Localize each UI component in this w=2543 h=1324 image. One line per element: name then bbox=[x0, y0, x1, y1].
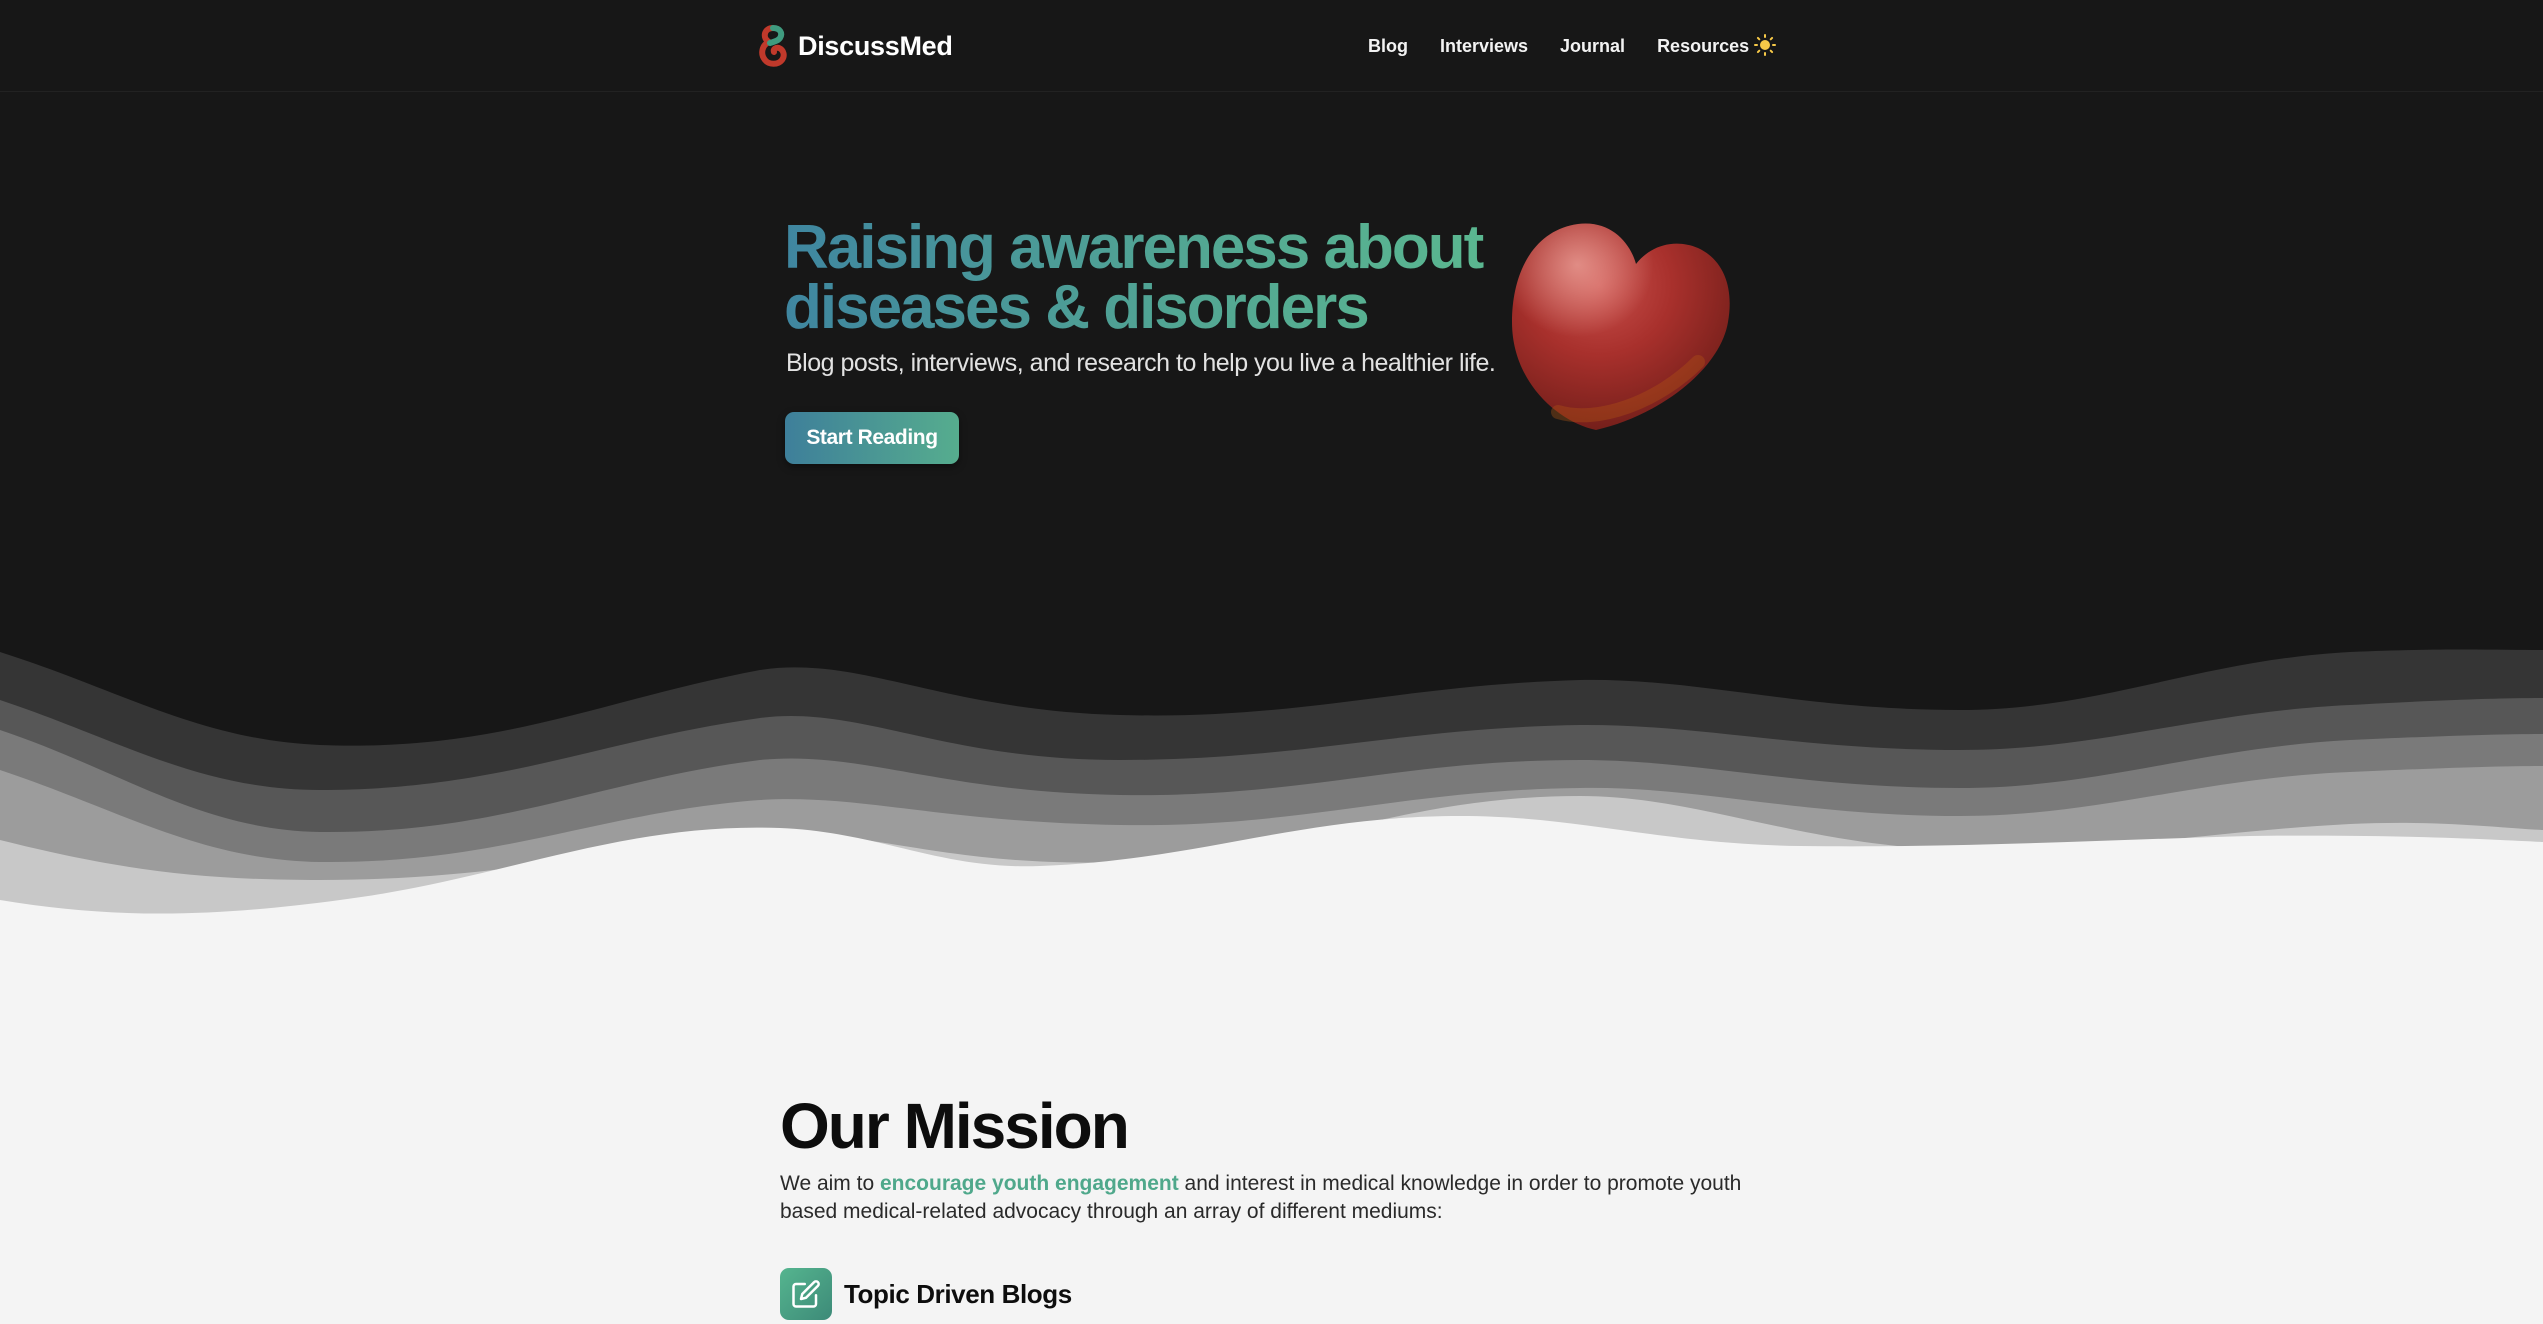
nav-link-blog[interactable]: Blog bbox=[1368, 36, 1408, 57]
feature-topic-blogs: Topic Driven Blogs bbox=[780, 1268, 1072, 1320]
page: DiscussMed Blog Interviews Journal Resou… bbox=[0, 0, 2543, 1324]
sun-icon bbox=[1754, 34, 1776, 56]
mission-title: Our Mission bbox=[780, 1090, 1130, 1162]
brand-name: DiscussMed bbox=[798, 30, 953, 61]
nav-link-journal[interactable]: Journal bbox=[1560, 36, 1625, 57]
nav-link-resources[interactable]: Resources bbox=[1657, 36, 1749, 57]
youth-engagement-link[interactable]: encourage youth engagement bbox=[880, 1172, 1179, 1195]
start-reading-button[interactable]: Start Reading bbox=[785, 412, 959, 464]
edit-icon bbox=[780, 1268, 832, 1320]
brand-link[interactable]: DiscussMed bbox=[756, 18, 953, 74]
nav-link-interviews[interactable]: Interviews bbox=[1440, 36, 1528, 57]
hero-title: Raising awareness about diseases & disor… bbox=[784, 217, 1504, 339]
mission-text: We aim to encourage youth engagement and… bbox=[780, 1170, 1760, 1226]
wave-divider bbox=[0, 600, 2543, 960]
heart-icon bbox=[1512, 223, 1730, 430]
mission-text-before: We aim to bbox=[780, 1172, 880, 1195]
theme-toggle-button[interactable] bbox=[1748, 28, 1782, 62]
logo-icon bbox=[759, 25, 787, 67]
hero-subtitle: Blog posts, interviews, and research to … bbox=[786, 349, 1496, 377]
navbar: DiscussMed Blog Interviews Journal Resou… bbox=[0, 0, 2543, 92]
nav-links: Blog Interviews Journal Resources bbox=[1360, 26, 1781, 66]
feature-title: Topic Driven Blogs bbox=[844, 1278, 1072, 1309]
